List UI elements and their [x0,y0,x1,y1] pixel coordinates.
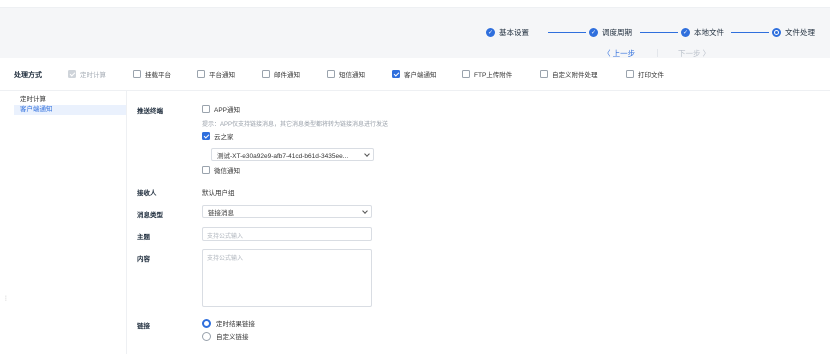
check-circle-icon: ✓ [486,27,495,37]
method-timed-calc: 定时计算 [68,69,106,79]
cloud-home-select-value: 测试-XT-e30a92e9-afb7-41cd-b61d-3435ee... [217,152,349,160]
methods-label: 处理方式 [14,72,42,79]
receiver-value: 默认用户组 [202,190,235,197]
checkbox-icon[interactable] [202,105,210,113]
content-textarea[interactable]: 支持公式输入 [202,249,372,307]
cloud-home-select[interactable]: 测试-XT-e30a92e9-afb7-41cd-b61d-3435ee... [211,148,374,161]
message-type-select[interactable]: 链接消息 [202,205,372,218]
step-connector [640,32,678,33]
checkbox-icon[interactable] [327,70,335,78]
step-connector [548,32,586,33]
step-label: 调度周期 [602,27,632,37]
subject-input[interactable]: 支持公式输入 [202,227,372,241]
step-connector [731,32,769,33]
method-sms-notify[interactable]: 短信通知 [327,69,365,79]
processing-methods: 处理方式 定时计算 挂载平台 平台通知 邮件通知 短信通知 客户端通知 FTP上… [0,58,830,91]
wechat-notify-label: 微信通知 [214,168,240,175]
link-option-timed-result[interactable]: 定时结果链接 [202,318,255,328]
cloud-home-label: 云之家 [214,134,234,141]
link-option-custom[interactable]: 自定义链接 [202,331,249,341]
step-label: 本地文件 [694,27,724,37]
chevron-down-icon [362,207,368,214]
wechat-notify-option[interactable]: 微信通知 [202,165,240,175]
cloud-home-option[interactable]: 云之家 [202,131,234,141]
checkbox-icon [68,70,76,78]
chevron-down-icon [364,150,370,157]
subject-label: 主题 [137,234,150,241]
checkbox-icon[interactable] [262,70,270,78]
radio-selected-icon[interactable] [202,318,211,328]
checkbox-icon[interactable] [133,70,141,78]
sidebar-item-client-notify[interactable]: 客户端通知 [14,105,126,115]
method-platform-notify[interactable]: 平台通知 [197,69,235,79]
method-label: 客户端通知 [404,72,437,79]
link-option-label: 自定义链接 [216,334,249,341]
method-label: 平台通知 [209,72,235,79]
method-label: 短信通知 [339,72,365,79]
checkbox-icon[interactable] [202,132,210,140]
method-print-file[interactable]: 打印文件 [626,69,664,79]
method-email-notify[interactable]: 邮件通知 [262,69,300,79]
method-label: 打印文件 [638,72,664,79]
check-circle-icon: ✓ [681,27,690,37]
sidebar: 定时计算 客户端通知 [14,91,127,354]
link-label: 链接 [137,323,150,330]
link-option-label: 定时结果链接 [216,321,255,328]
checkbox-icon[interactable] [540,70,548,78]
form-panel: 推送终端 APP通知 提示：APP仅支持链接消息，其它消息类型都将转为链接消息进… [127,91,830,354]
message-type-value: 链接消息 [208,209,234,217]
method-label: FTP上传附件 [474,72,513,79]
checkbox-icon[interactable] [626,70,634,78]
checkbox-icon[interactable] [462,70,470,78]
method-label: 挂载平台 [145,72,171,79]
steps-bar: ✓ 基本设置 ✓ 调度周期 ✓ 本地文件 文件处理 〈 上一步 下一步 〉 [0,8,830,58]
method-mount-platform[interactable]: 挂载平台 [133,69,171,79]
method-label: 自定义附件处理 [552,72,598,79]
method-ftp-upload[interactable]: FTP上传附件 [462,69,512,79]
sidebar-item-timed-calc[interactable]: 定时计算 [14,95,126,105]
step-schedule-period[interactable]: ✓ 调度周期 [589,26,632,38]
top-bar [0,0,830,8]
drag-handle-icon[interactable]: ⋮ [3,295,9,303]
app-notify-option[interactable]: APP通知 [202,104,240,114]
checkbox-icon[interactable] [392,70,400,78]
app-notify-hint: 提示：APP仅支持链接消息，其它消息类型都将转为链接消息进行发送 [202,122,389,128]
step-local-file[interactable]: ✓ 本地文件 [681,26,724,38]
content-label: 内容 [137,256,150,263]
method-label: 定时计算 [80,72,106,79]
method-client-notify[interactable]: 客户端通知 [392,69,437,79]
step-label: 基本设置 [499,27,529,37]
check-circle-icon: ✓ [589,27,598,37]
current-step-icon [772,27,781,37]
push-terminal-label: 推送终端 [137,108,163,115]
nav-divider [657,49,658,57]
step-file-processing[interactable]: 文件处理 [772,26,815,38]
app-notify-label: APP通知 [214,107,241,114]
message-type-label: 消息类型 [137,212,163,219]
method-label: 邮件通知 [274,72,300,79]
receiver-label: 接收人 [137,190,157,197]
radio-icon[interactable] [202,331,211,341]
step-label: 文件处理 [785,27,815,37]
method-custom-attachment[interactable]: 自定义附件处理 [540,69,598,79]
step-basic-settings[interactable]: ✓ 基本设置 [486,26,529,38]
checkbox-icon[interactable] [197,70,205,78]
checkbox-icon[interactable] [202,166,210,174]
